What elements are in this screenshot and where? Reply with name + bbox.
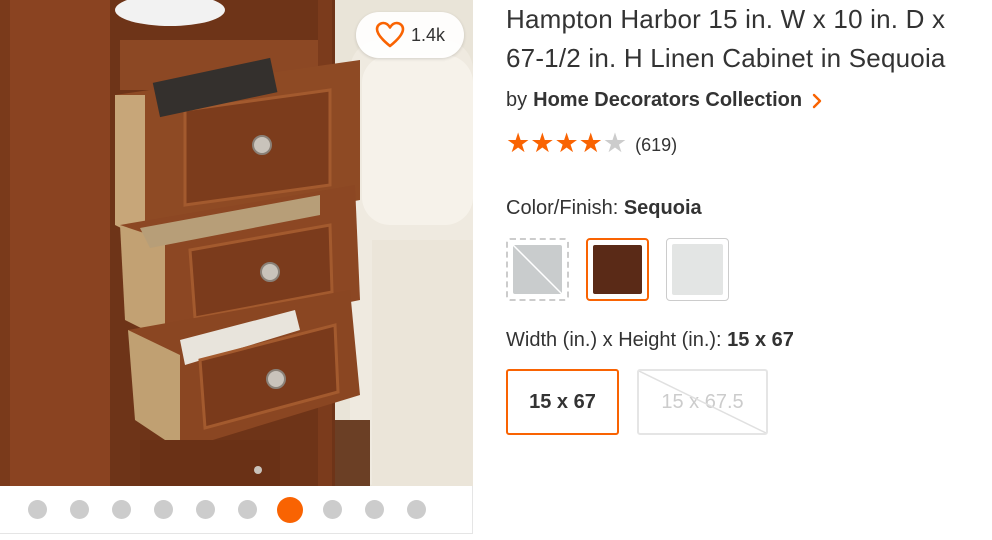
size-label-text: Width (in.) x Height (in.): bbox=[506, 329, 722, 351]
gallery-dot[interactable] bbox=[70, 500, 89, 519]
size-selected-value: 15 x 67 bbox=[727, 329, 794, 351]
color-selected-value: Sequoia bbox=[623, 197, 702, 219]
brand-prefix: by bbox=[506, 89, 528, 111]
star-filled-icon: ★ bbox=[554, 128, 579, 158]
size-option-label: 15 x 67 bbox=[529, 390, 596, 413]
product-info: Hampton Harbor 15 in. W x 10 in. D x 67-… bbox=[506, 0, 986, 435]
rating-row[interactable]: ★ ★ ★ ★ ★ (619) bbox=[506, 130, 986, 157]
star-rating: ★ ★ ★ ★ ★ bbox=[506, 130, 627, 157]
color-label-text: Color/Finish: bbox=[506, 197, 619, 219]
star-filled-icon: ★ bbox=[506, 128, 531, 158]
heart-icon bbox=[375, 21, 405, 48]
brand-link[interactable]: Home Decorators Collection bbox=[533, 89, 802, 112]
product-title: Hampton Harbor 15 in. W x 10 in. D x 67-… bbox=[506, 4, 946, 73]
size-option-2[interactable]: 15 x 67.5 bbox=[637, 369, 768, 435]
gallery-dot-active[interactable] bbox=[277, 496, 303, 523]
product-image[interactable] bbox=[0, 0, 473, 486]
size-options: 15 x 67 15 x 67.5 bbox=[506, 369, 986, 435]
linen-cabinet-illustration bbox=[0, 0, 473, 486]
color-swatches bbox=[506, 238, 986, 301]
gallery-dot[interactable] bbox=[28, 500, 47, 519]
gallery-dot[interactable] bbox=[238, 500, 257, 519]
gallery-dot[interactable] bbox=[112, 500, 131, 519]
gallery-dot[interactable] bbox=[323, 500, 342, 519]
size-option-1[interactable]: 15 x 67 bbox=[506, 369, 619, 435]
color-swatch-grey[interactable] bbox=[506, 238, 569, 301]
star-filled-icon: ★ bbox=[530, 128, 555, 158]
gallery-dot[interactable] bbox=[154, 500, 173, 519]
color-swatch-sequoia[interactable] bbox=[586, 238, 649, 301]
gallery-dot[interactable] bbox=[407, 500, 426, 519]
gallery-dot[interactable] bbox=[365, 500, 384, 519]
brand-row: by Home Decorators Collection bbox=[506, 89, 986, 112]
size-label: Width (in.) x Height (in.): 15 x 67 bbox=[506, 329, 986, 352]
unavailable-slash-icon bbox=[639, 371, 766, 433]
swatch-color-fill bbox=[672, 244, 723, 295]
favorite-count: 1.4k bbox=[410, 24, 446, 45]
unavailable-slash-icon bbox=[513, 245, 562, 294]
color-label: Color/Finish: Sequoia bbox=[506, 197, 986, 220]
review-count[interactable]: (619) bbox=[635, 135, 677, 156]
favorite-button[interactable]: 1.4k bbox=[356, 12, 464, 58]
star-filled-icon: ★ bbox=[578, 128, 603, 158]
gallery-dot[interactable] bbox=[196, 500, 215, 519]
chevron-right-icon[interactable] bbox=[812, 93, 822, 109]
color-swatch-white[interactable] bbox=[666, 238, 729, 301]
product-gallery: 1.4k bbox=[0, 0, 473, 540]
star-empty-icon: ★ bbox=[602, 128, 628, 158]
gallery-pagination bbox=[0, 486, 473, 534]
swatch-color-fill bbox=[593, 245, 642, 294]
